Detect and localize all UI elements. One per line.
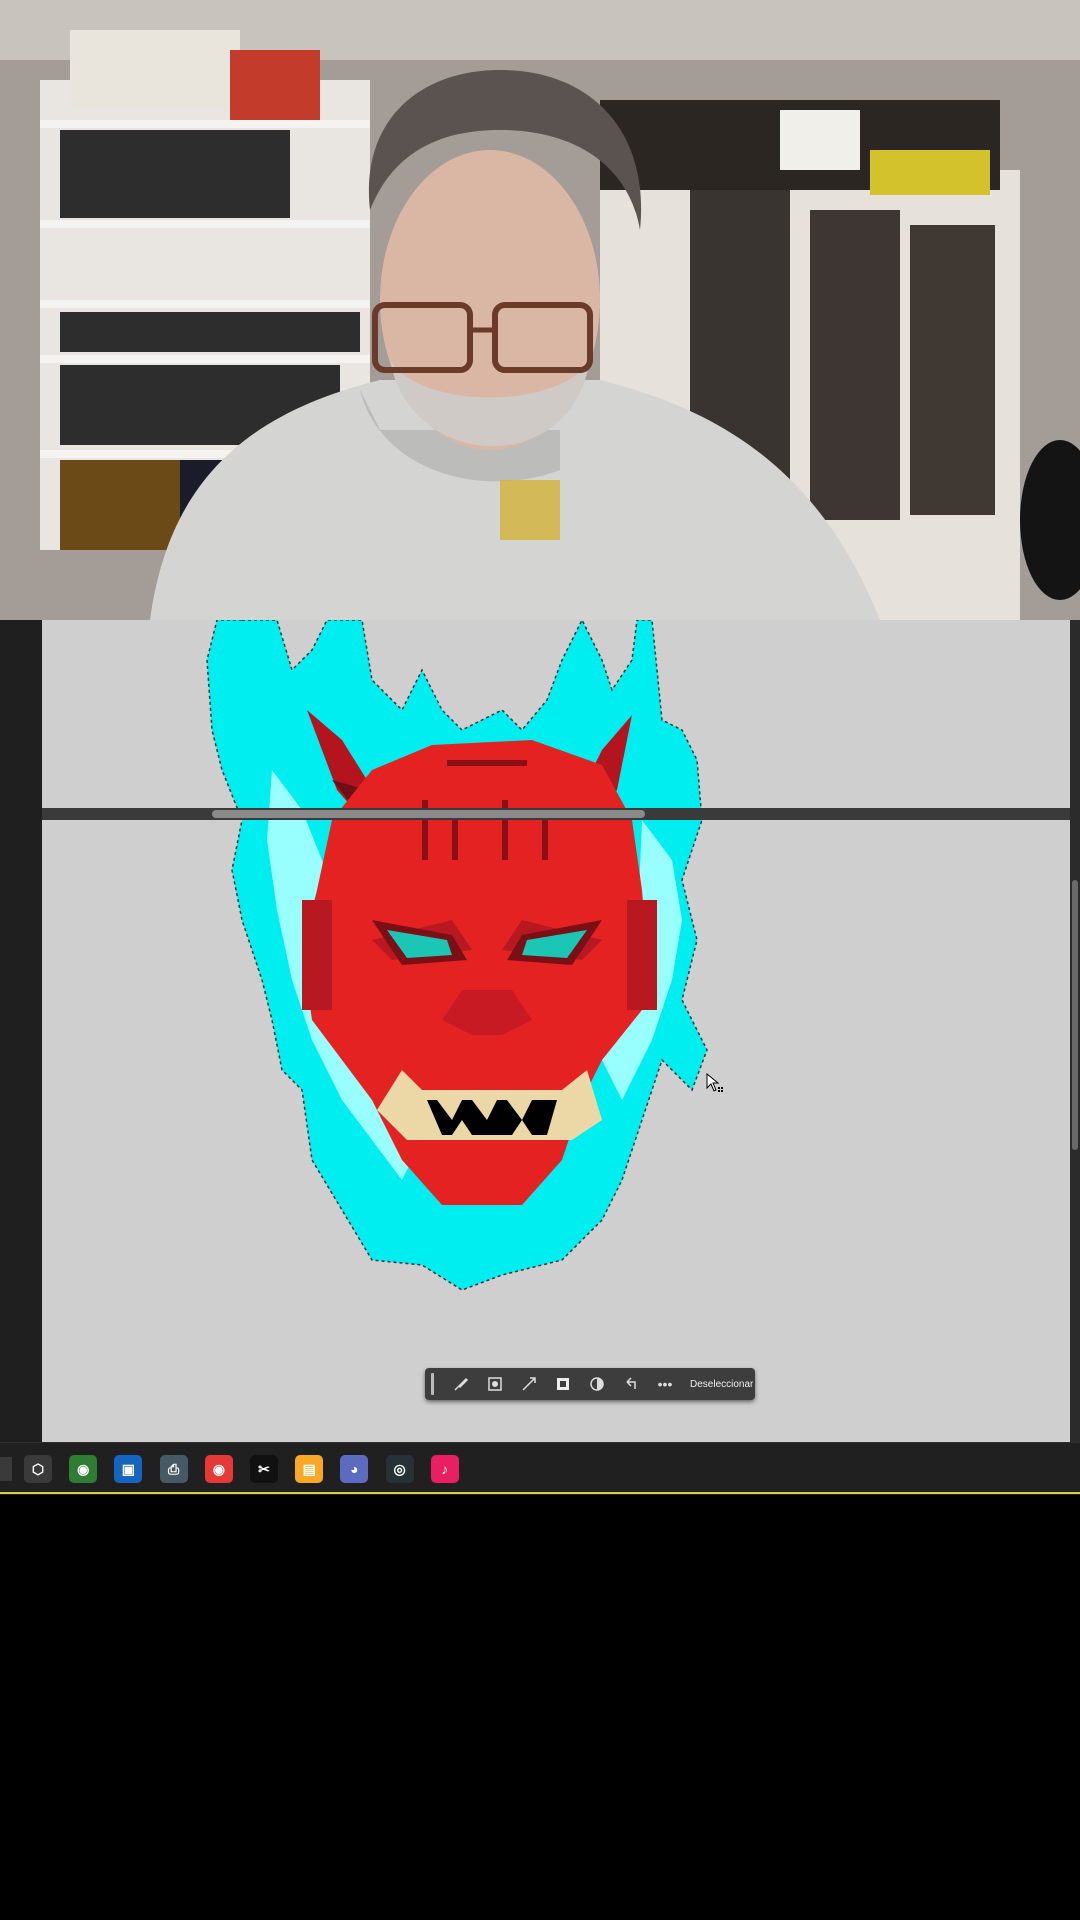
horizontal-scroll-thumb[interactable] (212, 810, 645, 818)
mask-icon (488, 1377, 502, 1391)
fill-button[interactable] (546, 1370, 580, 1398)
undo-button[interactable] (614, 1370, 648, 1398)
mouse-cursor-icon (706, 1073, 723, 1092)
capcut-icon[interactable]: ✂ (250, 1455, 278, 1483)
image-editor: ••• Deseleccionar (0, 620, 1080, 1442)
transform-icon (522, 1377, 536, 1391)
mask-button[interactable] (478, 1370, 512, 1398)
printer-icon[interactable]: ⎙ (159, 1455, 188, 1483)
tiktok-icon[interactable]: ♪ (430, 1455, 459, 1483)
taskbar-accent-line (0, 1492, 1080, 1494)
half-circle-icon (590, 1377, 604, 1391)
webcam-feed (0, 0, 1080, 620)
contextual-task-bar: ••• Deseleccionar (425, 1368, 755, 1400)
chrome-profile-icon[interactable]: ◉ (69, 1455, 98, 1483)
vertical-scrollbar[interactable] (1070, 620, 1080, 1442)
remote-desktop-icon[interactable]: ▣ (114, 1455, 143, 1483)
taskbar-start-edge[interactable] (0, 1457, 12, 1481)
taskbar: ⬡ ◉ ▣ ⎙ ◉ ✂ ▤ ◕ ◎ ♪ (0, 1442, 1080, 1495)
oni-mask-artwork (206, 620, 708, 1291)
deselect-button[interactable]: Deseleccionar (690, 1379, 753, 1390)
editor-canvas[interactable]: ••• Deseleccionar (42, 620, 1070, 1442)
chrome-icon[interactable]: ◉ (204, 1455, 233, 1483)
discord-icon[interactable]: ◕ (340, 1455, 369, 1483)
select-subject-button[interactable] (444, 1370, 478, 1398)
square-fill-icon (557, 1378, 569, 1390)
file-explorer-icon[interactable]: ▤ (295, 1455, 324, 1483)
drag-handle[interactable] (431, 1373, 434, 1395)
brush-select-icon (454, 1377, 469, 1391)
obs-icon[interactable]: ◎ (385, 1455, 414, 1483)
tools-panel (0, 620, 42, 1442)
vertical-scroll-thumb[interactable] (1072, 880, 1078, 1150)
3d-cube-icon[interactable]: ⬡ (24, 1455, 52, 1483)
adjustment-button[interactable] (580, 1370, 614, 1398)
undo-icon (626, 1377, 636, 1389)
more-options-button[interactable]: ••• (648, 1370, 682, 1398)
transform-button[interactable] (512, 1370, 546, 1398)
